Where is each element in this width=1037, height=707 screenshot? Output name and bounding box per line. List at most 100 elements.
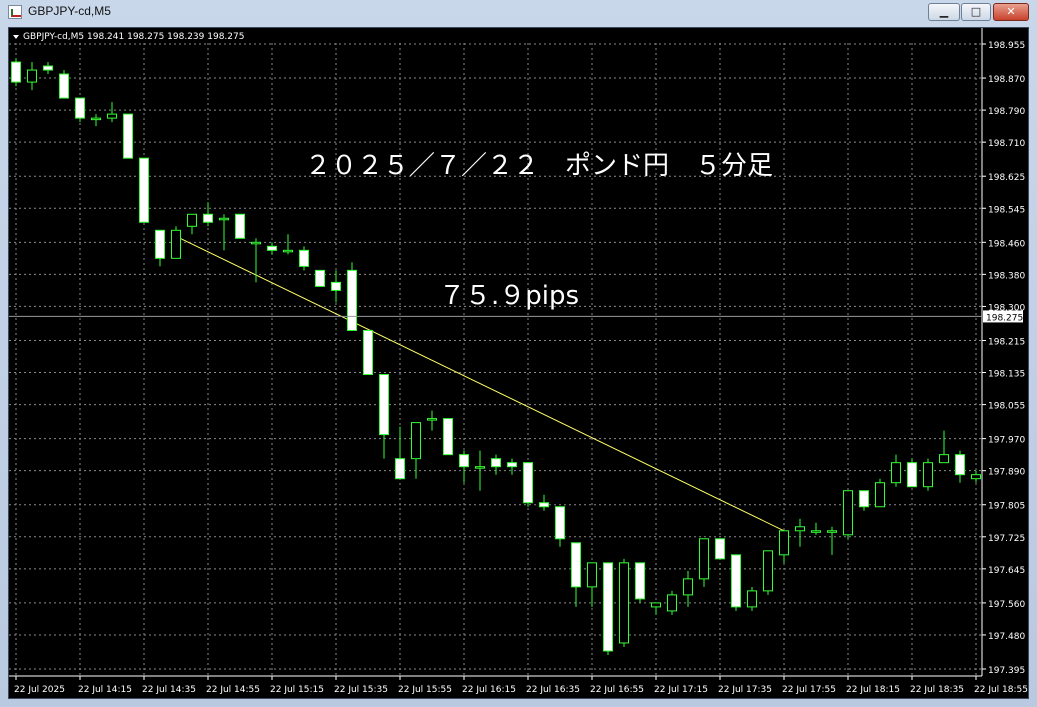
- price-tick-label: 198.545: [988, 205, 1025, 215]
- candle-body-bearish: [859, 490, 869, 508]
- candle: [75, 97, 85, 123]
- price-tick-label: 198.710: [988, 139, 1025, 149]
- candle: [891, 454, 901, 487]
- candle: [443, 418, 453, 456]
- candle-body-bullish: [283, 249, 293, 253]
- price-tick-label: 198.135: [988, 370, 1025, 380]
- candle: [683, 570, 693, 607]
- time-tick-label: 22 Jul 16:35: [526, 685, 580, 695]
- price-tick-label: 197.395: [988, 666, 1025, 676]
- candle: [907, 458, 917, 488]
- candle-body-bullish: [619, 562, 629, 644]
- window-title: GBPJPY-cd,M5: [28, 4, 111, 18]
- annotation-pips: ７５.９pips: [439, 281, 579, 311]
- time-tick-label: 22 Jul 16:15: [462, 685, 516, 695]
- candle-body-bearish: [363, 329, 373, 376]
- time-tick-label: 22 Jul 17:15: [654, 685, 708, 695]
- candle-body-bullish: [923, 462, 933, 488]
- candle: [779, 530, 789, 563]
- minimize-button[interactable]: ▁: [928, 3, 960, 21]
- candle: [955, 450, 965, 483]
- candle-body-bearish: [123, 113, 133, 159]
- time-tick-label: 22 Jul 15:15: [270, 685, 324, 695]
- price-tick-label: 198.460: [988, 239, 1025, 249]
- candle-body-bullish: [763, 550, 773, 592]
- candle-body-bearish: [395, 458, 405, 480]
- time-tick-label: 22 Jul 17:55: [782, 685, 836, 695]
- candle-body-bullish: [779, 530, 789, 556]
- candle-body-bearish: [347, 269, 357, 331]
- time-tick-label: 22 Jul 16:55: [590, 685, 644, 695]
- time-tick-label: 22 Jul 15:55: [398, 685, 452, 695]
- candle-body-bullish: [587, 562, 597, 588]
- candle-body-bullish: [667, 594, 677, 612]
- price-tick-label: 197.805: [988, 502, 1025, 512]
- candle: [171, 226, 181, 259]
- close-button[interactable]: ✕: [993, 3, 1029, 21]
- candle-body-bullish: [251, 241, 261, 245]
- candlestick-chart[interactable]: 198.955 198.870 198.790 198.710 198.625 198.5…: [9, 28, 1028, 698]
- candle-body-bullish: [91, 117, 101, 121]
- candle: [187, 213, 197, 235]
- candle: [795, 518, 805, 547]
- candle-body-bullish: [699, 538, 709, 580]
- candle: [715, 538, 725, 560]
- candle: [635, 562, 645, 603]
- terminal-window: GBPJPY-cd,M5 ▁ □ ✕ 198.955 198.870 198.790…: [0, 0, 1037, 707]
- candle-body-bullish: [747, 590, 757, 608]
- symbol-dropdown-icon: [13, 35, 19, 39]
- candle: [395, 426, 405, 480]
- candle-body-bullish: [171, 229, 181, 259]
- chart-header-quote: GBPJPY-cd,M5 198.241 198.275 198.239 198…: [23, 32, 244, 42]
- candle: [667, 590, 677, 615]
- annotation-layer: GBPJPY-cd,M5 198.241 198.275 198.239 198…: [13, 32, 773, 311]
- candles-layer: [11, 58, 981, 655]
- candle: [91, 114, 101, 127]
- candle-body-bearish: [203, 213, 213, 223]
- candle: [331, 270, 341, 303]
- candle: [843, 490, 853, 539]
- candle-body-bearish: [75, 97, 85, 119]
- price-tick-label: 198.625: [988, 173, 1025, 183]
- candle: [267, 242, 277, 255]
- candle-body-bullish: [971, 474, 981, 480]
- candle: [555, 506, 565, 547]
- candle-body-bearish: [267, 245, 277, 251]
- candle: [235, 213, 245, 239]
- candle: [699, 538, 709, 587]
- candle: [219, 214, 229, 251]
- price-tick-label: 197.560: [988, 600, 1025, 610]
- price-tick-label: 197.480: [988, 632, 1025, 642]
- time-axis: 22 Jul 2025 22 Jul 14:15 22 Jul 14:35 22 Ju…: [14, 676, 1028, 695]
- chart-area[interactable]: 198.955 198.870 198.790 198.710 198.625 198.5…: [8, 27, 1029, 699]
- candle-body-bearish: [523, 462, 533, 504]
- candle-body-bearish: [731, 554, 741, 608]
- candle-body-bullish: [875, 482, 885, 508]
- chart-grid: [9, 43, 982, 676]
- candle: [475, 450, 485, 491]
- candle-body-bullish: [427, 418, 437, 421]
- candle: [427, 410, 437, 431]
- candle: [155, 229, 165, 267]
- candle: [571, 542, 581, 607]
- annotation-title: ２０２５／７／２２ ポンド円 ５分足: [305, 151, 773, 181]
- candle: [811, 522, 821, 535]
- candle-body-bullish: [939, 454, 949, 464]
- candle: [363, 329, 373, 376]
- time-tick-label: 22 Jul 2025: [14, 685, 65, 695]
- candle: [139, 157, 149, 223]
- candle-body-bearish: [235, 213, 245, 239]
- candle-body-bearish: [715, 538, 725, 560]
- candle: [379, 374, 389, 459]
- candle: [651, 602, 661, 615]
- maximize-button[interactable]: □: [961, 3, 991, 21]
- candle: [203, 202, 213, 227]
- candle-body-bearish: [603, 562, 613, 652]
- candle-body-bullish: [475, 466, 485, 469]
- candle-body-bearish: [155, 229, 165, 259]
- time-tick-label: 22 Jul 15:35: [334, 685, 388, 695]
- title-bar[interactable]: GBPJPY-cd,M5 ▁ □ ✕: [0, 0, 1037, 24]
- current-price-label: 198.275: [986, 313, 1023, 323]
- candle-body-bearish: [11, 61, 21, 83]
- candle: [731, 554, 741, 611]
